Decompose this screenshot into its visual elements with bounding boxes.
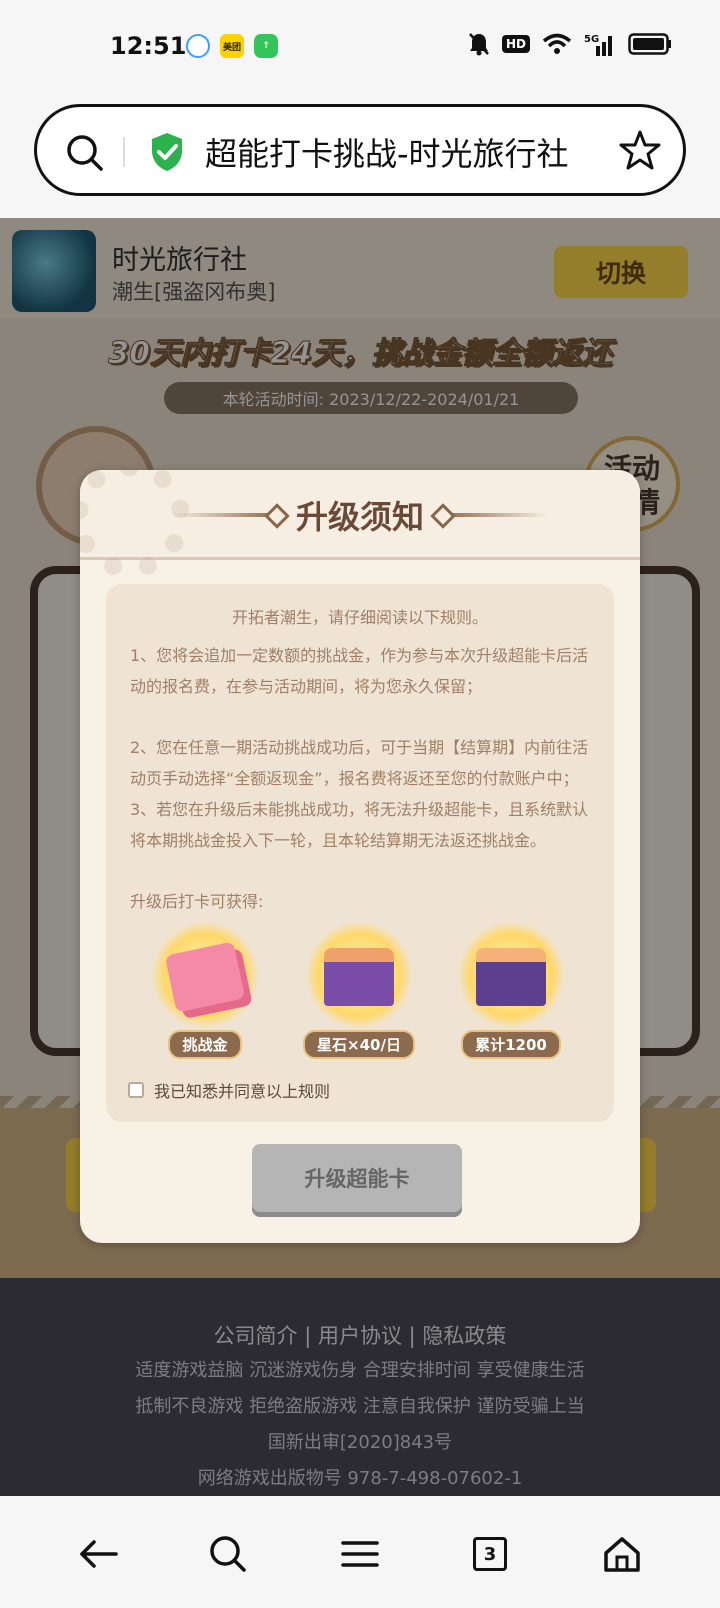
page-title[interactable]: 超能打卡挑战-时光旅行社 [205, 129, 569, 175]
modal-title-row: 升级须知 [80, 492, 640, 538]
menu-icon [341, 1541, 379, 1567]
upgrade-notice-modal: 升级须知 开拓者潮生，请仔细阅读以下规则。 1、您将会追加一定数额的挑战金，作为… [80, 470, 640, 1243]
signal-icon: 5G [584, 34, 612, 56]
svg-text:5G: 5G [584, 34, 599, 45]
rewards-row: 挑战金 星石×40/日 累计1200 [122, 922, 598, 1062]
battery-icon [628, 33, 671, 55]
home-button[interactable] [598, 1530, 646, 1578]
title-ornament-left [171, 513, 282, 517]
reward-challenge-money: 挑战金 [130, 922, 280, 1062]
reward-cumulative: 累计1200 [436, 922, 586, 1062]
browser-bottom-nav: 3 [0, 1496, 720, 1608]
footer-line-4: 网络游戏出版物号 978-7-498-07602-1 [197, 1468, 523, 1489]
hd-badge: HD [501, 35, 530, 53]
agree-checkbox[interactable] [128, 1082, 144, 1098]
agree-text[interactable]: 我已知悉并同意以上规则 [154, 1078, 330, 1102]
modal-title: 升级须知 [295, 498, 424, 536]
upgrade-supercard-button[interactable]: 升级超能卡 [252, 1144, 462, 1212]
system-icons: HD 5G [468, 32, 672, 56]
reward-starstone: 星石×40/日 [284, 922, 434, 1062]
site-footer: 公司简介 | 用户协议 | 隐私政策 适度游戏益脑 沉迷游戏伤身 合理安排时间 … [0, 1278, 720, 1496]
nav-search-button[interactable] [204, 1530, 252, 1578]
reward-label: 累计1200 [461, 1030, 561, 1059]
rule-3: 3、若您在升级后未能挑战成功，将无法升级超能卡，且系统默认将本期挑战金投入下一轮… [130, 800, 589, 850]
home-icon [604, 1537, 640, 1572]
treasure-chest-icon [324, 948, 394, 1006]
address-divider [123, 137, 125, 167]
footer-line-2: 抵制不良游戏 拒绝盗版游戏 注意自我保护 谨防受骗上当 [135, 1396, 585, 1417]
upload-icon: ↑ [254, 34, 278, 58]
rules-intro: 开拓者潮生，请仔细阅读以下规则。 [231, 608, 488, 627]
mute-bell-icon [469, 33, 489, 56]
search-icon[interactable] [65, 133, 105, 173]
footer-line-1: 适度游戏益脑 沉迷游戏伤身 合理安排时间 享受健康生活 [135, 1360, 585, 1381]
address-bar[interactable]: 超能打卡挑战-时光旅行社 [34, 104, 686, 196]
tabs-count: 3 [473, 1537, 507, 1571]
title-ornament-right [438, 513, 548, 517]
modal-header: 升级须知 [80, 470, 640, 578]
rule-1: 1、您将会追加一定数额的挑战金，作为参与本次升级超能卡后活动的报名费，在参与活动… [130, 646, 589, 696]
status-time: 12:51 [110, 32, 187, 60]
secure-shield-icon[interactable] [149, 131, 185, 173]
back-arrow-icon [80, 1540, 118, 1568]
status-bar: 12:51 美团 ↑ HD 5G [0, 0, 720, 90]
rules-box: 开拓者潮生，请仔细阅读以下规则。 1、您将会追加一定数额的挑战金，作为参与本次升… [106, 584, 614, 1122]
agree-row[interactable]: 我已知悉并同意以上规则 [128, 1078, 330, 1102]
reward-label: 挑战金 [168, 1030, 242, 1059]
reward-label: 星石×40/日 [303, 1030, 415, 1059]
wifi-icon [542, 33, 572, 54]
menu-button[interactable] [336, 1530, 384, 1578]
tabs-button[interactable]: 3 [466, 1530, 514, 1578]
bookmark-star-icon[interactable] [619, 129, 661, 171]
meituan-icon: 美团 [220, 34, 244, 58]
footer-line-3: 国新出审[2020]843号 [267, 1432, 453, 1453]
treasure-chest-icon [476, 948, 546, 1006]
search-icon [210, 1536, 246, 1572]
back-button[interactable] [74, 1530, 122, 1578]
qq-browser-icon [186, 34, 210, 58]
footer-links[interactable]: 公司简介 | 用户协议 | 隐私政策 [0, 1320, 720, 1350]
notification-icons: 美团 ↑ [186, 34, 278, 58]
rule-2: 2、您在任意一期活动挑战成功后，可于当期【结算期】内前往活动页手动选择“全额返现… [130, 738, 589, 788]
rewards-heading: 升级后打卡可获得: [130, 892, 264, 911]
